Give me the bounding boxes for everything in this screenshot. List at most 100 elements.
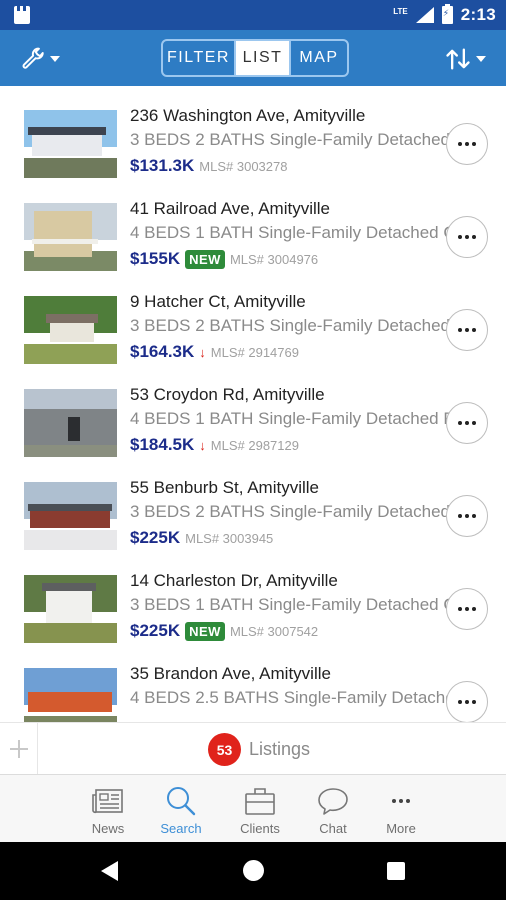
- listing-address[interactable]: 9 Hatcher Ct, Amityville: [130, 292, 306, 312]
- listing-photo[interactable]: [24, 668, 117, 722]
- system-nav-bar: [0, 842, 506, 900]
- sort-button[interactable]: [444, 44, 490, 74]
- signal-icon: [415, 7, 434, 23]
- listing-address[interactable]: 41 Railroad Ave, Amityville: [130, 199, 330, 219]
- mls-number: MLS# 2987129: [210, 437, 299, 453]
- plus-icon: [9, 740, 28, 758]
- more-dots-icon: [458, 235, 476, 239]
- listing-count: 53 Listings: [208, 733, 310, 766]
- listing-address[interactable]: 55 Benburb St, Amityville: [130, 478, 319, 498]
- tab-news[interactable]: News: [73, 775, 143, 843]
- listing-row[interactable]: 236 Washington Ave, Amityville 3 BEDS 2 …: [0, 86, 506, 179]
- listing-options-button[interactable]: [446, 402, 488, 444]
- tab-search[interactable]: Search: [146, 775, 216, 843]
- network-type: LTE: [393, 6, 408, 16]
- listing-options-button[interactable]: [446, 123, 488, 165]
- listing-photo[interactable]: [24, 575, 117, 643]
- mls-number: MLS# 3007542: [229, 623, 319, 639]
- chevron-down-icon: [50, 56, 60, 62]
- tab-chat[interactable]: Chat: [298, 775, 368, 843]
- listing-photo[interactable]: [24, 482, 117, 550]
- mls-number: MLS# 3003278: [199, 158, 288, 174]
- tools-menu-button[interactable]: [20, 44, 66, 74]
- recent-apps-icon[interactable]: [387, 862, 405, 880]
- tab-filter[interactable]: FILTER: [163, 41, 236, 75]
- listing-photo[interactable]: [24, 203, 117, 271]
- more-dots-icon: [392, 799, 410, 803]
- tab-map[interactable]: MAP: [291, 41, 347, 75]
- listing-options-button[interactable]: [446, 588, 488, 630]
- sort-icon: [446, 48, 470, 70]
- listing-list[interactable]: 236 Washington Ave, Amityville 3 BEDS 2 …: [0, 86, 506, 722]
- tab-clients[interactable]: Clients: [225, 775, 295, 843]
- more-dots-icon: [458, 142, 476, 146]
- listing-options-button[interactable]: [446, 309, 488, 351]
- listing-options-button[interactable]: [446, 681, 488, 722]
- clock: 2:13: [460, 5, 496, 24]
- listing-count-bar: 53 Listings: [0, 722, 506, 775]
- listing-price: $155K: [130, 249, 181, 268]
- listing-address[interactable]: 236 Washington Ave, Amityville: [130, 106, 365, 126]
- listing-photo[interactable]: [24, 296, 117, 364]
- more-dots-icon: [458, 328, 476, 332]
- search-icon: [167, 787, 196, 816]
- app-bar: FILTER LIST MAP: [0, 30, 506, 86]
- back-icon[interactable]: [101, 861, 118, 881]
- new-listing-badge: NEW: [185, 249, 225, 269]
- listing-details: 3 BEDS 2 BATHS Single-Family Detached Ra: [130, 502, 450, 521]
- tab-clients-label: Clients: [240, 821, 280, 836]
- new-listing-badge: NEW: [185, 621, 225, 641]
- listing-options-button[interactable]: [446, 495, 488, 537]
- listing-price: $225K: [130, 621, 181, 640]
- tab-search-label: Search: [160, 821, 202, 836]
- listing-details: 3 BEDS 1 BATH Single-Family Detached Col: [130, 595, 450, 614]
- wrench-icon: [22, 47, 44, 69]
- listing-row[interactable]: 41 Railroad Ave, Amityville 4 BEDS 1 BAT…: [0, 179, 506, 272]
- listing-row[interactable]: 35 Brandon Ave, Amityville 4 BEDS 2.5 BA…: [0, 644, 506, 722]
- mls-number: MLS# 3003945: [185, 530, 274, 546]
- listing-details: 4 BEDS 2.5 BATHS Single-Family Detached: [130, 688, 450, 707]
- more-dots-icon: [458, 607, 476, 611]
- briefcase-icon: [245, 788, 275, 815]
- listing-price: $131.3K: [130, 156, 195, 175]
- tab-news-label: News: [91, 821, 125, 836]
- listing-row[interactable]: 14 Charleston Dr, Amityville 3 BEDS 1 BA…: [0, 551, 506, 644]
- tab-chat-label: Chat: [319, 821, 347, 836]
- listing-row[interactable]: 53 Croydon Rd, Amityville 4 BEDS 1 BATH …: [0, 365, 506, 458]
- listing-photo[interactable]: [24, 389, 117, 457]
- listing-price: $184.5K: [130, 435, 195, 454]
- sd-card-icon: [14, 6, 30, 24]
- chevron-down-icon: [476, 56, 486, 62]
- listing-options-button[interactable]: [446, 216, 488, 258]
- tab-more-label: More: [386, 821, 416, 836]
- mls-number: MLS# 2914769: [210, 344, 299, 360]
- listing-count-label: Listings: [249, 739, 311, 759]
- tab-list[interactable]: LIST: [236, 41, 291, 75]
- add-button[interactable]: [0, 723, 38, 775]
- bottom-tab-bar: News Search Clients Chat More: [0, 774, 506, 842]
- listing-details: 3 BEDS 2 BATHS Single-Family Detached Co…: [130, 316, 450, 335]
- listing-price: $225K: [130, 528, 181, 547]
- home-icon[interactable]: [243, 860, 264, 881]
- listing-count-badge: 53: [208, 733, 241, 766]
- price-drop-arrow-icon: ↓: [199, 344, 206, 360]
- listing-row[interactable]: 9 Hatcher Ct, Amityville 3 BEDS 2 BATHS …: [0, 272, 506, 365]
- listing-details: 4 BEDS 1 BATH Single-Family Detached Ra: [130, 409, 450, 428]
- listing-address[interactable]: 14 Charleston Dr, Amityville: [130, 571, 338, 591]
- listing-details: 4 BEDS 1 BATH Single-Family Detached Col: [130, 223, 450, 242]
- more-dots-icon: [458, 700, 476, 704]
- mls-number: MLS# 3004976: [229, 251, 319, 267]
- status-bar: LTE ⚡ 2:13: [0, 0, 506, 30]
- view-mode-toggle: FILTER LIST MAP: [161, 39, 349, 77]
- listing-address[interactable]: 35 Brandon Ave, Amityville: [130, 664, 331, 684]
- tab-more[interactable]: More: [366, 775, 436, 843]
- listing-address[interactable]: 53 Croydon Rd, Amityville: [130, 385, 325, 405]
- listing-row[interactable]: 55 Benburb St, Amityville 3 BEDS 2 BATHS…: [0, 458, 506, 551]
- battery-icon: ⚡: [441, 4, 453, 24]
- listing-price: $164.3K: [130, 342, 195, 361]
- listing-photo[interactable]: [24, 110, 117, 178]
- chat-bubble-icon: [318, 788, 348, 815]
- newspaper-icon: [92, 789, 123, 814]
- listing-details: 3 BEDS 2 BATHS Single-Family Detached Ra: [130, 130, 450, 149]
- more-dots-icon: [458, 421, 476, 425]
